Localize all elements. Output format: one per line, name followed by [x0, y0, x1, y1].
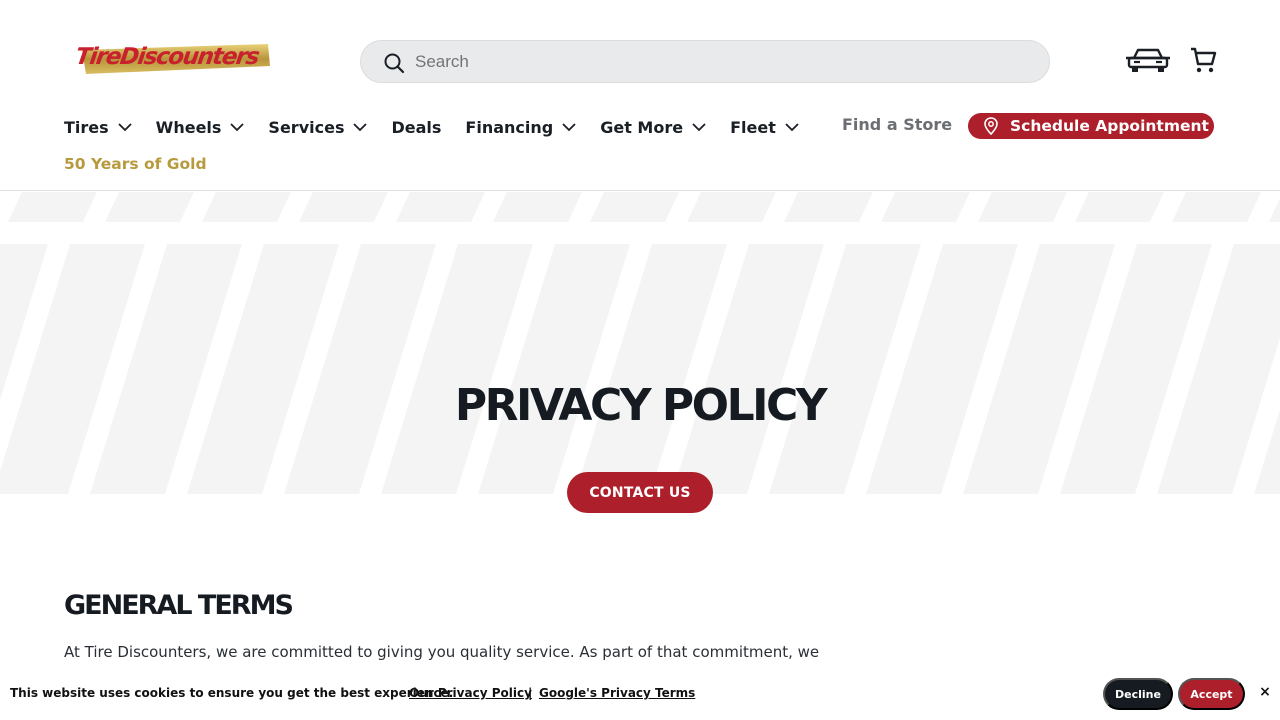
hero-banner	[0, 192, 1280, 494]
chevron-down-icon	[692, 122, 706, 131]
nav-item-services[interactable]: Services	[268, 117, 368, 137]
chevron-down-icon	[785, 122, 799, 131]
section-heading: GENERAL TERMS	[64, 590, 294, 621]
nav-item-label: Deals	[391, 117, 442, 137]
nav-item-wheels[interactable]: Wheels	[156, 118, 245, 137]
privacy-policy-link[interactable]: Our Privacy Policy	[409, 686, 532, 700]
cookie-link-separator: |	[528, 686, 533, 700]
schedule-appointment-button[interactable]: Schedule Appointment	[968, 113, 1214, 139]
nav-item-label: Get More	[600, 117, 684, 137]
schedule-appointment-label: Schedule Appointment	[1010, 117, 1209, 135]
site-header: TireDiscounters Tires Wheels Se	[0, 0, 1280, 191]
chevron-down-icon	[353, 122, 368, 131]
vehicle-icon[interactable]	[1126, 46, 1170, 74]
page-title: PRIVACY POLICY	[454, 380, 828, 431]
svg-text:TireDiscounters: TireDiscounters	[76, 44, 261, 70]
close-icon[interactable]: ×	[1257, 684, 1273, 700]
main-nav: Tires Wheels Services Deals Financing Ge…	[64, 114, 823, 140]
nav-item-label: Tires	[64, 117, 109, 137]
nav-item-get-more[interactable]: Get More	[600, 118, 706, 137]
search-icon	[384, 53, 405, 74]
nav-item-tires[interactable]: Tires	[64, 118, 132, 137]
chevron-down-icon	[230, 122, 245, 131]
cart-icon[interactable]	[1189, 46, 1217, 74]
cookie-consent-bar: This website uses cookies to ensure you …	[0, 667, 1280, 720]
nav-item-label: Fleet	[730, 117, 776, 137]
search-bar[interactable]	[360, 40, 1050, 83]
location-pin-icon	[984, 117, 998, 135]
nav-item-deals[interactable]: Deals	[391, 118, 441, 137]
tire-discounters-logo[interactable]: TireDiscounters	[74, 40, 272, 78]
google-privacy-terms-link[interactable]: Google's Privacy Terms	[539, 686, 695, 700]
nav-item-financing[interactable]: Financing	[465, 118, 576, 137]
accept-button[interactable]: Accept	[1178, 678, 1245, 710]
tire-tread-pattern	[0, 192, 1280, 494]
nav-item-label: Financing	[465, 117, 554, 137]
contact-us-button[interactable]: CONTACT US	[567, 472, 713, 513]
section-paragraph: At Tire Discounters, we are committed to…	[64, 643, 820, 661]
search-input[interactable]	[415, 41, 1035, 82]
logo-wordmark-icon: TireDiscounters	[74, 44, 270, 74]
nav-item-fleet[interactable]: Fleet	[730, 118, 799, 137]
find-store-link[interactable]: Find a Store	[842, 115, 952, 134]
chevron-down-icon	[118, 122, 132, 131]
chevron-down-icon	[562, 122, 576, 131]
decline-button[interactable]: Decline	[1103, 678, 1173, 710]
fifty-years-gold-link[interactable]: 50 Years of Gold	[64, 155, 207, 173]
cookie-message: This website uses cookies to ensure you …	[10, 686, 454, 700]
nav-item-label: Wheels	[155, 117, 222, 137]
nav-item-label: Services	[268, 117, 345, 137]
